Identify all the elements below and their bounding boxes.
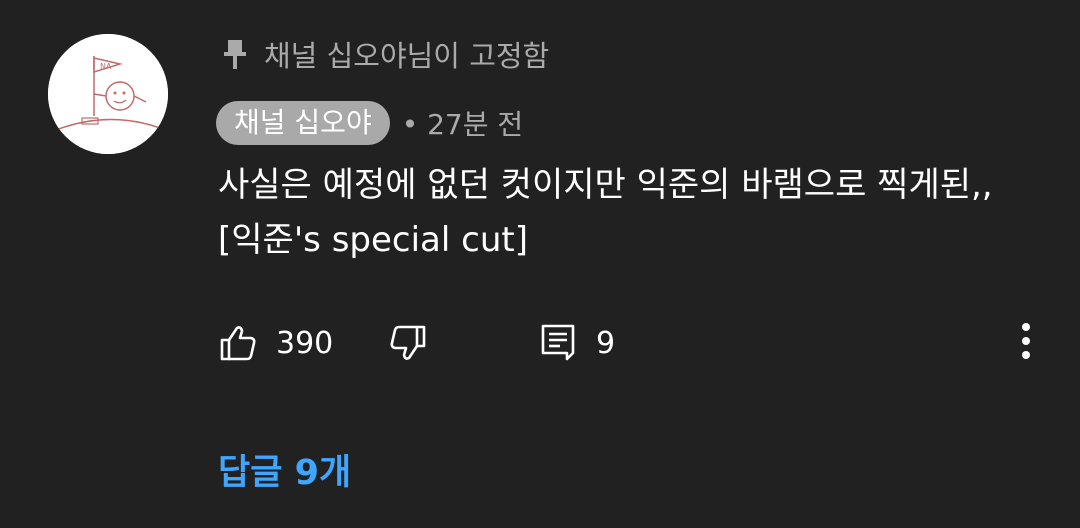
comment-icon bbox=[540, 323, 576, 363]
pinned-comment: NA 채널 십오야님이 고정함 채널 십오야 • 27분 전 사실은 예정에 없… bbox=[0, 0, 1080, 528]
reply-count: 9 bbox=[596, 325, 616, 361]
thumbs-up-icon bbox=[218, 323, 258, 363]
author-name-chip[interactable]: 채널 십오야 bbox=[216, 101, 390, 145]
comment-actions: 390 9 bbox=[218, 318, 1058, 368]
avatar-flag-text: NA bbox=[100, 62, 112, 71]
view-replies-link[interactable]: 답글 9개 bbox=[218, 448, 351, 498]
comment-text: 사실은 예정에 없던 컷이지만 익준의 바램으로 찍게된,, [익준's spe… bbox=[218, 165, 993, 260]
dislike-button[interactable] bbox=[388, 318, 428, 368]
channel-avatar[interactable]: NA bbox=[48, 34, 168, 154]
like-count: 390 bbox=[276, 325, 334, 361]
pin-icon bbox=[222, 37, 248, 71]
reply-button[interactable]: 9 bbox=[540, 318, 615, 368]
avatar-illustration: NA bbox=[48, 34, 168, 154]
comment-header: 채널 십오야 • 27분 전 bbox=[216, 100, 523, 146]
like-button[interactable]: 390 bbox=[218, 318, 333, 368]
more-vertical-icon bbox=[1021, 322, 1031, 364]
thumbs-down-icon bbox=[388, 323, 428, 363]
pinned-indicator: 채널 십오야님이 고정함 bbox=[222, 34, 549, 74]
pinned-label: 채널 십오야님이 고정함 bbox=[264, 39, 550, 73]
more-options-button[interactable] bbox=[1008, 318, 1044, 368]
comment-timestamp[interactable]: • 27분 전 bbox=[402, 103, 523, 143]
